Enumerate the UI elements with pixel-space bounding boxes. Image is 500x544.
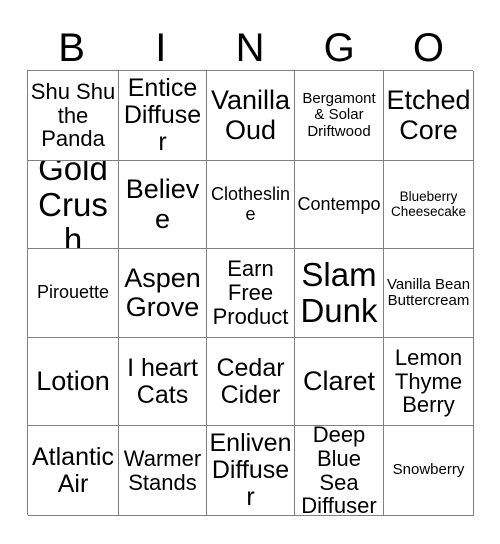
bingo-cell-r4c5[interactable]: Lemon Thyme Berry: [384, 338, 474, 426]
bingo-cell-r3c3[interactable]: Earn Free Product: [207, 249, 295, 338]
bingo-cell-label: Cedar Cider: [216, 353, 285, 409]
bingo-cell-r4c3[interactable]: Cedar Cider: [207, 338, 295, 426]
bingo-header-letter-i: I: [155, 26, 167, 70]
bingo-cell-r3c4[interactable]: Slam Dunk: [295, 249, 384, 338]
bingo-cell-r5c1[interactable]: Atlantic Air: [28, 426, 119, 516]
bingo-cell-label: Earn Free Product: [212, 256, 289, 329]
bingo-cell-label: Snowberry: [392, 461, 465, 479]
bingo-cell-r2c2[interactable]: Believe: [119, 161, 207, 249]
bingo-grid: Shu Shu the Panda Entice Diffuser Vanill…: [27, 70, 474, 516]
bingo-cell-label: Warmer Stands: [123, 445, 202, 495]
bingo-cell-label: Gold Crush: [38, 161, 108, 249]
bingo-cell-r3c2[interactable]: Aspen Grove: [119, 249, 207, 338]
bingo-cell-r5c4[interactable]: Deep Blue Sea Diffuser: [295, 426, 384, 516]
bingo-header-letter-b: B: [58, 26, 85, 70]
bingo-cell-label: Atlantic Air: [32, 442, 114, 498]
bingo-cell-label: Entice Diffuser: [123, 74, 202, 156]
bingo-cell-r4c2[interactable]: I heart Cats: [119, 338, 207, 426]
bingo-cell-label: Etched Core: [386, 85, 471, 145]
bingo-cell-label: I heart Cats: [127, 353, 198, 409]
bingo-cell-label: Slam Dunk: [300, 256, 378, 329]
bingo-cell-label: Shu Shu the Panda: [30, 78, 116, 152]
bingo-cell-r4c4[interactable]: Claret: [295, 338, 384, 426]
bingo-cell-r1c2[interactable]: Entice Diffuser: [119, 71, 207, 161]
bingo-cell-r3c5[interactable]: Vanilla Bean Buttercream: [384, 249, 474, 338]
bingo-card: B I N G O Shu Shu the Panda Entice Diffu…: [0, 0, 500, 544]
bingo-cell-r4c1[interactable]: Lotion: [28, 338, 119, 426]
bingo-cell-r5c2[interactable]: Warmer Stands: [119, 426, 207, 516]
bingo-cell-label: Believe: [125, 174, 200, 234]
bingo-cell-r5c3[interactable]: Enliven Diffuser: [207, 426, 295, 516]
bingo-cell-label: Blueberry Cheesecake: [390, 188, 467, 219]
bingo-cell-label: Vanilla Bean Buttercream: [386, 275, 471, 309]
bingo-header-row: B I N G O: [27, 20, 473, 68]
bingo-header-letter-o: O: [412, 26, 444, 70]
bingo-cell-r5c5[interactable]: Snowberry: [384, 426, 474, 516]
bingo-cell-r2c4[interactable]: Contempo: [295, 161, 384, 249]
bingo-cell-r2c3[interactable]: Clothesline: [207, 161, 295, 249]
bingo-cell-label: Enliven Diffuser: [209, 429, 292, 511]
bingo-header-letter-n: N: [235, 26, 265, 70]
bingo-cell-r1c3[interactable]: Vanilla Oud: [207, 71, 295, 161]
bingo-cell-label: Lotion: [36, 365, 110, 396]
bingo-cell-r1c4[interactable]: Bergamont & Solar Driftwood: [295, 71, 384, 161]
bingo-cell-label: Lemon Thyme Berry: [394, 344, 463, 418]
bingo-cell-r2c5[interactable]: Blueberry Cheesecake: [384, 161, 474, 249]
bingo-header-letter-g: G: [323, 26, 355, 70]
bingo-cell-label: Vanilla Oud: [210, 85, 291, 145]
bingo-cell-label: Deep Blue Sea Diffuser: [301, 426, 377, 516]
bingo-cell-r1c5[interactable]: Etched Core: [384, 71, 474, 161]
bingo-cell-label: Bergamont & Solar Driftwood: [302, 90, 376, 140]
bingo-cell-r3c1[interactable]: Pirouette: [28, 249, 119, 338]
bingo-cell-label: Aspen Grove: [124, 262, 201, 322]
bingo-cell-r2c1[interactable]: Gold Crush: [28, 161, 119, 249]
bingo-cell-label: Claret: [302, 365, 376, 396]
bingo-cell-label: Contempo: [297, 193, 381, 214]
bingo-cell-label: Clothesline: [210, 184, 291, 224]
bingo-cell-label: Pirouette: [36, 282, 110, 303]
bingo-cell-r1c1[interactable]: Shu Shu the Panda: [28, 71, 119, 161]
